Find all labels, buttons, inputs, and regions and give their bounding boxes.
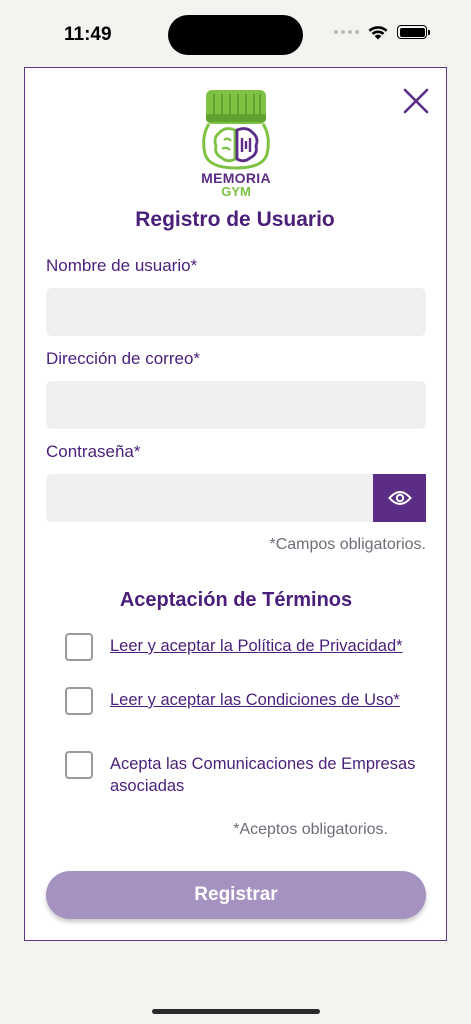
email-input[interactable] — [46, 381, 426, 429]
status-bar: 11:49 — [0, 0, 471, 66]
email-label: Dirección de correo* — [46, 349, 201, 368]
communications-label: Acepta las Comunicaciones de Empresas as… — [110, 755, 416, 795]
communications-checkbox[interactable] — [65, 751, 93, 779]
username-input[interactable] — [46, 288, 426, 336]
memoria-gym-logo: MEMORIA GYM — [195, 88, 277, 200]
status-time: 11:49 — [64, 24, 112, 45]
eye-icon — [387, 491, 412, 505]
close-icon — [403, 88, 429, 114]
password-label: Contraseña* — [46, 442, 141, 461]
dynamic-island — [168, 15, 303, 55]
signal-icon — [334, 30, 359, 34]
wifi-icon — [368, 26, 388, 40]
registration-card: MEMORIA GYM Registro de Usuario Nombre d… — [24, 67, 447, 941]
terms-title: Aceptación de Términos — [119, 589, 353, 611]
communications-row: Acepta las Comunicaciones de Empresas as… — [65, 751, 420, 797]
password-input[interactable] — [46, 474, 373, 522]
conditions-row: Leer y aceptar las Condiciones de Uso* — [65, 687, 400, 715]
required-fields-note: *Campos obligatorios. — [269, 536, 426, 553]
page-title: Registro de Usuario — [135, 208, 335, 231]
privacy-policy-link[interactable]: Leer y aceptar la Política de Privacidad… — [110, 635, 403, 657]
privacy-checkbox[interactable] — [65, 633, 93, 661]
terms-of-use-link[interactable]: Leer y aceptar las Condiciones de Uso* — [110, 689, 400, 711]
logo-text-gym: GYM — [221, 184, 251, 199]
conditions-checkbox[interactable] — [65, 687, 93, 715]
battery-icon — [397, 25, 430, 39]
required-acceptances-note: *Aceptos obligatorios. — [233, 821, 388, 838]
home-indicator[interactable] — [152, 1009, 320, 1014]
status-icons — [334, 24, 430, 40]
privacy-row: Leer y aceptar la Política de Privacidad… — [65, 633, 403, 661]
brain-jar-icon — [202, 90, 270, 170]
close-button[interactable] — [401, 86, 431, 116]
register-button[interactable]: Registrar — [46, 871, 426, 919]
username-label: Nombre de usuario* — [46, 256, 198, 275]
show-password-button[interactable] — [373, 474, 426, 522]
